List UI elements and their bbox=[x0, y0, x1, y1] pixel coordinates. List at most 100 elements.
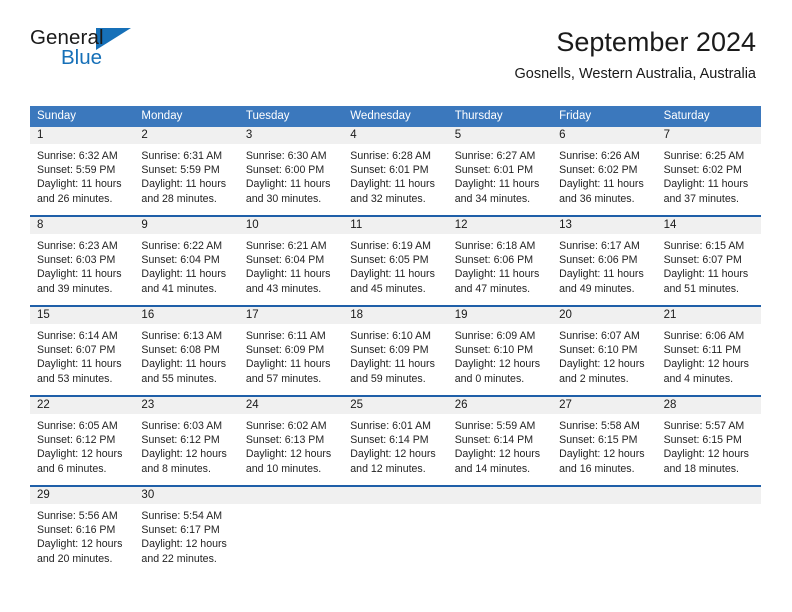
sunset-text: Sunset: 6:13 PM bbox=[245, 434, 325, 447]
sunset-text: Sunset: 6:17 PM bbox=[141, 524, 220, 537]
day-number[interactable]: 4 bbox=[343, 127, 447, 144]
day-cell[interactable]: Sunrise: 6:19 AM Sunset: 6:05 PM Daylight:… bbox=[343, 234, 447, 305]
day-cell[interactable]: Sunrise: 5:56 AM Sunset: 6:16 PM Daylight:… bbox=[30, 504, 134, 575]
title-block: September 2024 Gosnells, Western Austral… bbox=[514, 26, 756, 84]
sunrise-text: Sunrise: 5:56 AM bbox=[37, 510, 118, 522]
day-cell[interactable]: Sunrise: 6:17 AM Sunset: 6:06 PM Daylight:… bbox=[552, 234, 656, 305]
day-cell[interactable]: Sunrise: 5:57 AM Sunset: 6:15 PM Daylight:… bbox=[657, 414, 761, 485]
day-cell[interactable]: Sunrise: 6:32 AM Sunset: 5:59 PM Daylight:… bbox=[30, 144, 134, 215]
sunset-text: Sunset: 6:04 PM bbox=[141, 254, 220, 267]
day-cell[interactable]: Sunrise: 6:07 AM Sunset: 6:10 PM Daylight:… bbox=[552, 324, 656, 395]
day-number[interactable]: 22 bbox=[30, 397, 134, 414]
day-number[interactable]: 24 bbox=[239, 397, 343, 414]
day-cell[interactable]: Sunrise: 6:18 AM Sunset: 6:06 PM Daylight:… bbox=[448, 234, 552, 305]
day-number[interactable]: 2 bbox=[134, 127, 238, 144]
daylight-text-line1: Daylight: 11 hours bbox=[37, 268, 122, 281]
calendar-grid: Sunday Monday Tuesday Wednesday Thursday Frid… bbox=[30, 106, 761, 575]
day-number[interactable]: 10 bbox=[239, 217, 343, 234]
day-cell[interactable]: Sunrise: 6:31 AM Sunset: 5:59 PM Daylight:… bbox=[134, 144, 238, 215]
day-cell[interactable]: Sunrise: 5:54 AM Sunset: 6:17 PM Daylight:… bbox=[134, 504, 238, 575]
day-number[interactable]: 9 bbox=[134, 217, 238, 234]
day-number[interactable]: 21 bbox=[657, 307, 761, 324]
day-number[interactable]: 8 bbox=[30, 217, 134, 234]
sunrise-text: Sunrise: 6:19 AM bbox=[350, 240, 431, 252]
day-number-empty bbox=[343, 487, 448, 504]
sunset-text: Sunset: 6:12 PM bbox=[37, 434, 116, 447]
sunrise-text: Sunrise: 6:25 AM bbox=[663, 150, 745, 162]
sunrise-text: Sunrise: 6:02 AM bbox=[245, 420, 327, 432]
day-cell[interactable]: Sunrise: 6:10 AM Sunset: 6:09 PM Daylight:… bbox=[343, 324, 447, 395]
day-cell[interactable]: Sunrise: 6:09 AM Sunset: 6:10 PM Daylight:… bbox=[448, 324, 552, 395]
calendar-week-row: 15 16 17 18 19 20 21 Sunrise: 6:14 AM Sunset: 6:… bbox=[30, 305, 761, 395]
day-number[interactable]: 23 bbox=[134, 397, 238, 414]
sunrise-text: Sunrise: 5:59 AM bbox=[454, 420, 536, 432]
day-cell[interactable]: Sunrise: 6:02 AM Sunset: 6:13 PM Daylight:… bbox=[239, 414, 343, 485]
day-number[interactable]: 16 bbox=[134, 307, 238, 324]
daylight-text-line2: and 41 minutes. bbox=[141, 282, 217, 295]
day-cell[interactable]: Sunrise: 6:15 AM Sunset: 6:07 PM Daylight:… bbox=[657, 234, 761, 305]
daylight-text-line2: and 28 minutes. bbox=[141, 192, 217, 205]
weekday-header-row: Sunday Monday Tuesday Wednesday Thursday Frid… bbox=[30, 106, 761, 127]
day-cell[interactable]: Sunrise: 6:26 AM Sunset: 6:02 PM Daylight:… bbox=[552, 144, 656, 215]
day-cell[interactable]: Sunrise: 6:30 AM Sunset: 6:00 PM Daylight:… bbox=[239, 144, 343, 215]
day-cell-empty bbox=[239, 504, 343, 575]
day-number[interactable]: 27 bbox=[552, 397, 656, 414]
day-number[interactable]: 28 bbox=[657, 397, 761, 414]
sunrise-text: Sunrise: 6:22 AM bbox=[141, 240, 223, 252]
day-cell[interactable]: Sunrise: 6:01 AM Sunset: 6:14 PM Daylight:… bbox=[343, 414, 447, 485]
day-cell-empty bbox=[552, 504, 656, 575]
day-cell[interactable]: Sunrise: 5:58 AM Sunset: 6:15 PM Daylight:… bbox=[552, 414, 656, 485]
day-cell[interactable]: Sunrise: 6:13 AM Sunset: 6:08 PM Daylight:… bbox=[134, 324, 238, 395]
daylight-text-line1: Daylight: 12 hours bbox=[245, 448, 332, 461]
day-cell[interactable]: Sunrise: 6:11 AM Sunset: 6:09 PM Daylight:… bbox=[239, 324, 343, 395]
day-cell[interactable]: Sunrise: 6:14 AM Sunset: 6:07 PM Daylight:… bbox=[30, 324, 134, 395]
day-cell[interactable]: Sunrise: 6:23 AM Sunset: 6:03 PM Daylight:… bbox=[30, 234, 134, 305]
day-cell[interactable]: Sunrise: 6:03 AM Sunset: 6:12 PM Daylight:… bbox=[134, 414, 238, 485]
daylight-text-line2: and 30 minutes. bbox=[245, 192, 322, 205]
day-number[interactable]: 30 bbox=[134, 487, 238, 504]
day-cell[interactable]: Sunrise: 6:27 AM Sunset: 6:01 PM Daylight:… bbox=[448, 144, 552, 215]
day-number[interactable]: 25 bbox=[343, 397, 447, 414]
day-number[interactable]: 11 bbox=[343, 217, 447, 234]
day-number[interactable]: 15 bbox=[30, 307, 134, 324]
sunrise-text: Sunrise: 6:14 AM bbox=[37, 330, 118, 342]
day-number[interactable]: 1 bbox=[30, 127, 134, 144]
day-number[interactable]: 13 bbox=[552, 217, 656, 234]
day-number[interactable]: 29 bbox=[30, 487, 134, 504]
sunrise-text: Sunrise: 6:13 AM bbox=[141, 330, 223, 342]
daylight-text-line2: and 20 minutes. bbox=[37, 552, 113, 565]
day-number[interactable]: 17 bbox=[239, 307, 343, 324]
week-day-detail-row: Sunrise: 6:23 AM Sunset: 6:03 PM Daylight:… bbox=[30, 234, 761, 305]
day-cell[interactable]: Sunrise: 5:59 AM Sunset: 6:14 PM Daylight:… bbox=[448, 414, 552, 485]
daylight-text-line1: Daylight: 11 hours bbox=[454, 178, 540, 191]
day-number[interactable]: 19 bbox=[448, 307, 552, 324]
day-number[interactable]: 3 bbox=[239, 127, 343, 144]
general-blue-logo[interactable]: General Blue bbox=[30, 26, 142, 72]
day-cell[interactable]: Sunrise: 6:06 AM Sunset: 6:11 PM Daylight:… bbox=[657, 324, 761, 395]
weekday-header-saturday: Saturday bbox=[663, 110, 710, 122]
day-cell[interactable]: Sunrise: 6:21 AM Sunset: 6:04 PM Daylight:… bbox=[239, 234, 343, 305]
sunrise-text: Sunrise: 6:11 AM bbox=[245, 330, 326, 342]
day-cell[interactable]: Sunrise: 6:22 AM Sunset: 6:04 PM Daylight:… bbox=[134, 234, 238, 305]
day-number[interactable]: 6 bbox=[552, 127, 656, 144]
day-number[interactable]: 12 bbox=[448, 217, 552, 234]
day-number[interactable]: 26 bbox=[448, 397, 552, 414]
daylight-text-line2: and 51 minutes. bbox=[663, 282, 739, 295]
day-number[interactable]: 5 bbox=[448, 127, 552, 144]
daylight-text-line2: and 16 minutes. bbox=[559, 462, 635, 475]
logo-text-blue: Blue bbox=[61, 46, 103, 69]
daylight-text-line2: and 34 minutes. bbox=[454, 192, 531, 205]
sunset-text: Sunset: 6:01 PM bbox=[350, 164, 429, 177]
daylight-text-line2: and 18 minutes. bbox=[663, 462, 739, 475]
day-number[interactable]: 18 bbox=[343, 307, 447, 324]
daylight-text-line2: and 22 minutes. bbox=[141, 552, 217, 565]
sunrise-text: Sunrise: 5:57 AM bbox=[663, 420, 745, 432]
day-cell[interactable]: Sunrise: 6:25 AM Sunset: 6:02 PM Daylight:… bbox=[657, 144, 761, 215]
day-number[interactable]: 14 bbox=[657, 217, 761, 234]
day-cell[interactable]: Sunrise: 6:05 AM Sunset: 6:12 PM Daylight:… bbox=[30, 414, 134, 485]
weekday-header-tuesday: Tuesday bbox=[245, 110, 290, 122]
day-number[interactable]: 7 bbox=[657, 127, 761, 144]
day-cell-empty bbox=[448, 504, 552, 575]
day-number[interactable]: 20 bbox=[552, 307, 656, 324]
day-cell[interactable]: Sunrise: 6:28 AM Sunset: 6:01 PM Daylight:… bbox=[343, 144, 447, 215]
